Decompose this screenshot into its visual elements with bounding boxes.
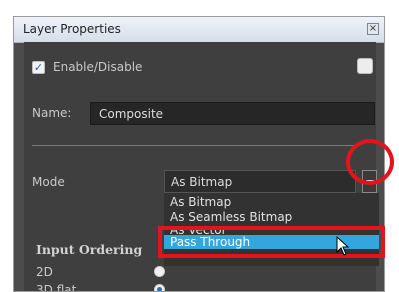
window-title: Layer Properties: [23, 22, 121, 36]
ordering-2d-label: 2D: [36, 265, 53, 279]
mode-label: Mode: [32, 175, 65, 189]
input-ordering-heading: Input Ordering: [36, 242, 143, 257]
mode-select[interactable]: As Bitmap: [164, 170, 356, 193]
name-value: Composite: [99, 107, 164, 121]
color-swatch[interactable]: [357, 58, 373, 74]
divider: [32, 145, 358, 146]
title-bar: Layer Properties ×: [14, 17, 384, 43]
name-input[interactable]: Composite: [90, 102, 375, 125]
mode-option[interactable]: As Bitmap: [164, 195, 379, 210]
enable-checkbox[interactable]: ✓: [32, 61, 45, 74]
close-icon[interactable]: ×: [367, 23, 379, 35]
annotation-highlight-box: [158, 226, 385, 258]
mode-selected-value: As Bitmap: [171, 175, 233, 189]
annotation-circle: [346, 139, 394, 185]
enable-label: Enable/Disable: [53, 60, 143, 74]
mode-option[interactable]: As Seamless Bitmap: [164, 210, 379, 225]
name-label: Name:: [32, 106, 72, 120]
ordering-3dflat-radio[interactable]: [154, 284, 165, 291]
ordering-2d-radio[interactable]: [154, 266, 165, 277]
ordering-3dflat-label: 3D flat: [36, 283, 77, 292]
mouse-cursor-icon: [336, 236, 350, 256]
